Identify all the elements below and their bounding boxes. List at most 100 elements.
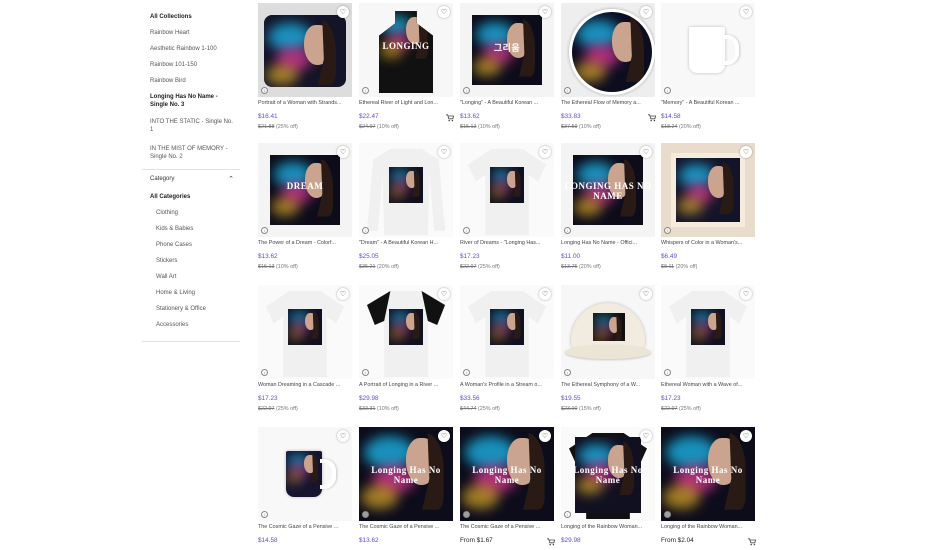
category-header[interactable]: Category ⌃ [150,175,236,183]
info-icon[interactable]: i [362,369,369,376]
product-title[interactable]: Longing of the Rainbow Woman... [661,524,755,530]
collection-link[interactable]: IN THE MIST OF MEMORY - Single No. 2 [142,145,228,161]
heart-icon[interactable]: ♡ [438,430,450,442]
product-image[interactable]: LONGING HAS NO NAME ♡ i [561,143,655,237]
heart-icon[interactable]: ♡ [337,146,349,158]
category-item[interactable]: Stationery & Office [156,306,206,312]
product-title[interactable]: River of Dreams - "Longing Has... [460,240,554,246]
info-icon[interactable]: i [564,369,571,376]
product-title[interactable]: Whispers of Color in a Woman's... [661,240,755,246]
product-image[interactable]: Longing Has No Name ♡ i [661,427,755,521]
category-all[interactable]: All Categories [150,194,190,200]
info-icon[interactable]: i [463,511,470,518]
product-title[interactable]: A Woman's Profile in a Stream o... [460,382,554,388]
heart-icon[interactable]: ♡ [640,146,652,158]
collection-link[interactable]: Aesthetic Rainbow 1-100 [142,45,217,53]
category-item[interactable]: Home & Living [156,290,195,296]
collection-link[interactable]: INTO THE STATIC - Single No. 1 [142,118,233,134]
heart-icon[interactable]: ♡ [539,288,551,300]
heart-icon[interactable]: ♡ [640,288,652,300]
product-title[interactable]: Longing Has No Name - Offici... [561,240,655,246]
chevron-up-icon[interactable]: ⌃ [228,175,234,183]
info-icon[interactable]: i [261,511,268,518]
product-image[interactable]: ♡ i [359,285,453,379]
info-icon[interactable]: i [664,369,671,376]
product-title[interactable]: Woman Dreaming in a Cascade ... [258,382,352,388]
product-image[interactable]: ♡ i [460,285,554,379]
product-image[interactable]: ♡ i [258,427,352,521]
product-image[interactable]: ♡ i [661,285,755,379]
info-icon[interactable]: i [463,369,470,376]
product-image[interactable]: Longing Has No Name ♡ i [359,427,453,521]
heart-icon[interactable]: ♡ [438,6,450,18]
heart-icon[interactable]: ♡ [438,288,450,300]
category-item[interactable]: Stickers [156,258,177,264]
cart-icon[interactable] [546,537,556,547]
product-image[interactable]: ♡ i [258,3,352,97]
cart-icon[interactable] [647,113,657,123]
heart-icon[interactable]: ♡ [337,288,349,300]
heart-icon[interactable]: ♡ [740,430,752,442]
product-title[interactable]: "Dream" - A Beautiful Korean H... [359,240,453,246]
product-title[interactable]: The Ethereal Flow of Memory a... [561,100,655,106]
info-icon[interactable]: i [463,227,470,234]
category-item[interactable]: Accessories [156,322,188,328]
info-icon[interactable]: i [664,511,671,518]
product-image[interactable]: ♡ i [460,143,554,237]
product-image[interactable]: ♡ i [661,143,755,237]
product-title[interactable]: "Memory" - A Beautiful Korean ... [661,100,755,106]
heart-icon[interactable]: ♡ [740,6,752,18]
heart-icon[interactable]: ♡ [539,6,551,18]
product-title[interactable]: The Cosmic Gaze of a Pensive ... [258,524,352,530]
category-item[interactable]: Wall Art [156,274,176,280]
cart-icon[interactable] [445,113,455,123]
info-icon[interactable]: i [261,369,268,376]
info-icon[interactable]: i [564,227,571,234]
product-image[interactable]: ♡ i [561,285,655,379]
info-icon[interactable]: i [564,87,571,94]
product-image[interactable]: LONGING ♡ i [359,3,453,97]
product-title[interactable]: Longing of the Rainbow Woman... [561,524,655,530]
collection-link[interactable]: Rainbow 101-150 [142,61,197,69]
product-image[interactable]: ♡ i [359,143,453,237]
heart-icon[interactable]: ♡ [740,146,752,158]
info-icon[interactable]: i [463,87,470,94]
collection-link[interactable]: Rainbow Heart [142,29,190,37]
product-image[interactable]: ♡ i [561,3,655,97]
heart-icon[interactable]: ♡ [438,146,450,158]
product-title[interactable]: Portrait of a Woman with Strands... [258,100,352,106]
product-title[interactable]: The Power of a Dream - Colorf... [258,240,352,246]
product-title[interactable]: "Longing" - A Beautiful Korean ... [460,100,554,106]
product-image[interactable]: Longing Has No Name ♡ i [460,427,554,521]
product-title[interactable]: The Cosmic Gaze of a Pensive ... [460,524,554,530]
category-item[interactable]: Kids & Babies [156,226,193,232]
heart-icon[interactable]: ♡ [640,6,652,18]
heart-icon[interactable]: ♡ [640,430,652,442]
heart-icon[interactable]: ♡ [337,6,349,18]
info-icon[interactable]: i [362,227,369,234]
product-title[interactable]: The Cosmic Gaze of a Pensive ... [359,524,453,530]
heart-icon[interactable]: ♡ [539,430,551,442]
product-title[interactable]: The Ethereal Symphony of a W... [561,382,655,388]
info-icon[interactable]: i [664,227,671,234]
category-item[interactable]: Clothing [156,210,178,216]
info-icon[interactable]: i [261,87,268,94]
collection-link[interactable]: All Collections [142,13,192,21]
product-title[interactable]: Ethereal River of Light and Lon... [359,100,453,106]
heart-icon[interactable]: ♡ [740,288,752,300]
collection-link[interactable]: Rainbow Bird [142,77,186,85]
product-title[interactable]: A Portrait of Longing in a River ... [359,382,453,388]
product-image[interactable]: ♡ i [661,3,755,97]
cart-icon[interactable] [747,537,757,547]
product-title[interactable]: Ethereal Woman with a Wave of... [661,382,755,388]
info-icon[interactable]: i [564,511,571,518]
product-image[interactable]: Longing Has No Name ♡ i [561,427,655,521]
info-icon[interactable]: i [362,511,369,518]
heart-icon[interactable]: ♡ [337,430,349,442]
heart-icon[interactable]: ♡ [539,146,551,158]
category-item[interactable]: Phone Cases [156,242,192,248]
info-icon[interactable]: i [664,87,671,94]
product-image[interactable]: 그리움 ♡ i [460,3,554,97]
product-image[interactable]: ♡ i [258,285,352,379]
info-icon[interactable]: i [362,87,369,94]
